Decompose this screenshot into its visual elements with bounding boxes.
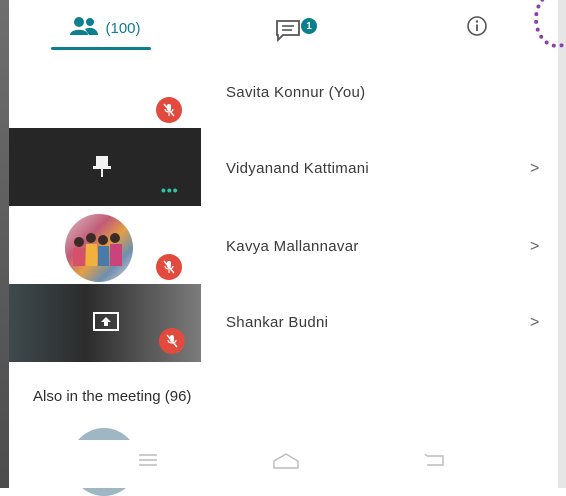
chat-unread-badge: 1 bbox=[301, 18, 317, 34]
also-in-meeting-heading: Also in the meeting (96) bbox=[33, 388, 192, 405]
info-icon bbox=[466, 15, 488, 42]
video-tile: ••• bbox=[9, 128, 201, 206]
right-edge-strip bbox=[558, 0, 566, 488]
chat-icon: 1 bbox=[273, 13, 321, 43]
tab-participants-underline bbox=[51, 47, 151, 50]
more-dots-icon[interactable]: ••• bbox=[161, 182, 179, 198]
participant-name: Savita Konnur (You) bbox=[226, 84, 366, 101]
system-nav-bar bbox=[9, 440, 558, 488]
tab-bar: (100) 1 bbox=[9, 0, 558, 56]
participant-name: Shankar Budni bbox=[226, 314, 329, 331]
participants-count: (100) bbox=[105, 19, 141, 37]
video-tile bbox=[9, 284, 201, 362]
chevron-right-icon[interactable]: > bbox=[530, 160, 539, 178]
mic-off-icon bbox=[159, 328, 185, 354]
pin-icon bbox=[92, 156, 112, 183]
participant-row[interactable]: Kavya Mallannavar > bbox=[9, 208, 558, 284]
participant-row[interactable]: ••• Vidyanand Kattimani > bbox=[9, 128, 558, 206]
tab-chat[interactable]: 1 bbox=[269, 0, 325, 56]
mic-off-icon bbox=[156, 97, 182, 123]
menu-icon[interactable] bbox=[137, 452, 159, 473]
participant-row[interactable]: Shankar Budni > bbox=[9, 284, 558, 362]
chevron-right-icon[interactable]: > bbox=[530, 314, 539, 332]
mic-off-icon bbox=[156, 254, 182, 280]
home-icon[interactable] bbox=[271, 452, 301, 475]
left-edge-strip bbox=[0, 0, 9, 488]
participant-row-self[interactable]: Savita Konnur (You) bbox=[9, 62, 558, 130]
participant-name: Kavya Mallannavar bbox=[226, 238, 359, 255]
avatar bbox=[65, 214, 133, 282]
people-icon bbox=[69, 16, 99, 41]
tab-info[interactable] bbox=[449, 0, 505, 56]
chevron-right-icon[interactable]: > bbox=[530, 238, 539, 256]
back-icon[interactable] bbox=[423, 452, 447, 473]
screen-share-icon bbox=[93, 312, 119, 337]
participant-name: Vidyanand Kattimani bbox=[226, 160, 370, 177]
